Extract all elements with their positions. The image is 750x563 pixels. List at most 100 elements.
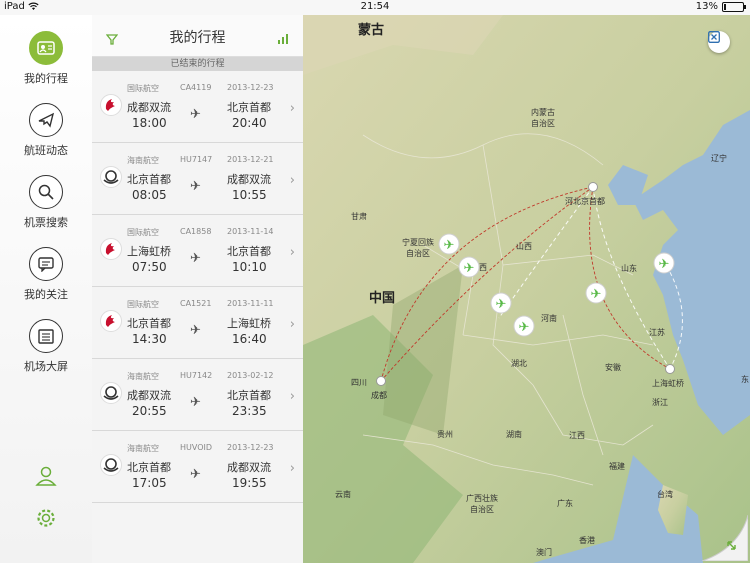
flight-marker[interactable]: ✈	[585, 282, 607, 304]
map-label-guizhou: 贵州	[437, 430, 453, 439]
departure-time: 14:30	[132, 332, 167, 346]
svg-text:✈: ✈	[591, 287, 602, 302]
plane-icon	[29, 103, 63, 137]
nav-item-follow[interactable]: 我的关注	[0, 247, 92, 302]
departure-airport: 成都双流	[127, 101, 171, 114]
departure-airport: 北京首都	[127, 461, 171, 474]
airport-shanghai[interactable]	[665, 364, 675, 374]
chevron-right-icon: ›	[289, 461, 295, 476]
trip-row[interactable]: 国际航空 CA1858 2013-11-14 上海虹桥 北京首都 07:50 10:10 ✈ ›	[92, 215, 303, 287]
arrival-airport: 北京首都	[227, 101, 271, 114]
svg-text:✈: ✈	[519, 320, 530, 335]
flight-date: 2013-11-14	[227, 227, 274, 236]
hainan-logo	[100, 382, 122, 404]
map-label-jiangxi: 江西	[569, 431, 585, 440]
arrival-time: 20:40	[232, 116, 267, 130]
map-label-macau: 澳门	[536, 548, 552, 557]
nav-item-airport-board[interactable]: 机场大屏	[0, 319, 92, 374]
flight-date: 2013-11-11	[227, 299, 274, 308]
map-label-taiwan: 台湾	[657, 490, 673, 499]
page-title: 我的行程	[169, 30, 226, 46]
flight-number: HU7142	[180, 371, 213, 380]
map-label-mongolia: 蒙古	[358, 23, 385, 38]
nav-label-itinerary: 我的行程	[24, 72, 68, 85]
map-label-guangxi: 广西壮族 自治区	[466, 494, 498, 514]
trip-row[interactable]: 国际航空 CA1521 2013-11-11 北京首都 上海虹桥 14:30 16:40 ✈ ›	[92, 287, 303, 359]
air-china-logo	[100, 94, 122, 116]
arrival-time: 23:35	[232, 404, 267, 418]
plane-icon: ✈	[190, 395, 201, 410]
airport-chengdu[interactable]	[376, 376, 386, 386]
flight-marker[interactable]: ✈	[490, 292, 512, 314]
plane-icon: ✈	[190, 107, 201, 122]
map-label-shaanxi: 西	[479, 263, 487, 272]
airport-beijing[interactable]	[588, 182, 598, 192]
panel-header: 我的行程	[92, 15, 303, 57]
chevron-right-icon: ›	[289, 245, 295, 260]
flight-marker[interactable]: ✈	[513, 315, 535, 337]
nav-item-flight-status[interactable]: 航班动态	[0, 103, 92, 158]
airline-name: 国际航空	[127, 84, 159, 93]
trip-row[interactable]: 海南航空 HUVOID 2013-12-23 北京首都 成都双流 17:05 19:55 ✈ ›	[92, 431, 303, 503]
departure-time: 07:50	[132, 260, 167, 274]
user-icon[interactable]	[33, 463, 59, 489]
flight-number: HU7147	[180, 155, 213, 164]
map-label-shandong: 山东	[621, 264, 637, 273]
airline-name: 海南航空	[127, 372, 159, 381]
svg-text:✈: ✈	[464, 261, 475, 276]
map-label-hunan: 湖南	[506, 430, 522, 439]
air-china-logo	[100, 310, 122, 332]
battery-icon	[722, 1, 746, 12]
trip-row[interactable]: 海南航空 HU7142 2013-02-12 成都双流 北京首都 20:55 23:35 ✈ ›	[92, 359, 303, 431]
arrival-time: 19:55	[232, 476, 267, 490]
arrival-time: 10:10	[232, 260, 267, 274]
route-map[interactable]: ✈ ✈ ✈ ✈ ✈ ✈ 蒙古 内蒙古 自治区 辽宁 甘肃 宁夏回族 自治区 山西 西 河北…	[303, 15, 750, 563]
flight-date: 2013-12-23	[227, 443, 274, 452]
flight-marker[interactable]: ✈	[653, 252, 675, 274]
plane-icon: ✈	[190, 467, 201, 482]
map-label-gansu: 甘肃	[351, 212, 367, 221]
search-icon	[29, 175, 63, 209]
map-label-hongkong: 香港	[579, 536, 595, 545]
bar-chart-icon[interactable]	[277, 30, 289, 49]
flight-number: HUVOID	[180, 443, 213, 452]
gear-icon[interactable]	[33, 505, 59, 531]
flight-date: 2013-12-21	[227, 155, 274, 164]
trip-row[interactable]: 国际航空 CA4119 2013-12-23 成都双流 北京首都 18:00 20:40 ✈ ›	[92, 71, 303, 143]
departure-airport: 北京首都	[127, 317, 171, 330]
message-icon	[29, 247, 63, 281]
close-map-icon[interactable]	[708, 31, 730, 53]
plane-icon: ✈	[190, 323, 201, 338]
expand-icon[interactable]	[702, 515, 748, 561]
flight-number: CA1521	[180, 299, 212, 308]
map-label-chengdu: 成都	[371, 391, 387, 400]
map-label-fujian: 福建	[609, 462, 625, 471]
map-label-henan: 河南	[541, 314, 557, 323]
svg-text:✈: ✈	[496, 297, 507, 312]
svg-text:✈: ✈	[444, 238, 455, 253]
clock: 21:54	[360, 1, 390, 12]
arrival-airport: 成都双流	[227, 461, 271, 474]
arrival-airport: 上海虹桥	[227, 317, 271, 330]
trip-row[interactable]: 海南航空 HU7147 2013-12-21 北京首都 成都双流 08:05 10:55 ✈ ›	[92, 143, 303, 215]
arrival-time: 16:40	[232, 332, 267, 346]
chevron-right-icon: ›	[289, 317, 295, 332]
map-label-beijing: 河北京首都	[565, 197, 605, 206]
departure-airport: 成都双流	[127, 389, 171, 402]
airline-name: 海南航空	[127, 444, 159, 453]
departure-time: 20:55	[132, 404, 167, 418]
flight-marker[interactable]: ✈	[458, 256, 480, 278]
nav-item-itinerary[interactable]: 我的行程	[0, 31, 92, 86]
flight-date: 2013-02-12	[227, 371, 274, 380]
arrival-airport: 北京首都	[227, 245, 271, 258]
arrival-airport: 北京首都	[227, 389, 271, 402]
map-label-inner-mongolia: 内蒙古 自治区	[531, 108, 555, 128]
map-label-hubei: 湖北	[511, 359, 527, 368]
nav-label-ticket-search: 机票搜索	[24, 216, 68, 229]
departure-time: 18:00	[132, 116, 167, 130]
arrival-airport: 成都双流	[227, 173, 271, 186]
flight-marker[interactable]: ✈	[438, 233, 460, 255]
map-label-east-edge: 东	[741, 375, 749, 384]
map-label-anhui: 安徽	[605, 363, 621, 372]
nav-item-ticket-search[interactable]: 机票搜索	[0, 175, 92, 230]
